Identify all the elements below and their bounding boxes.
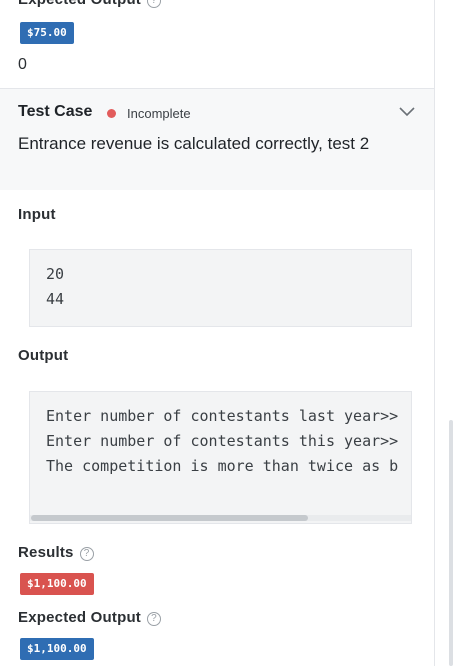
results-badge: $1,100.00 (20, 573, 94, 595)
input-label: Input (18, 206, 56, 223)
output-line: The competition is more than twice as b (46, 457, 399, 475)
status-dot-icon (107, 109, 116, 118)
chevron-down-icon[interactable] (398, 103, 416, 121)
input-line: 20 (46, 265, 65, 283)
expected-output-badge: $1,100.00 (20, 638, 94, 660)
output-label: Output (18, 347, 69, 364)
help-icon[interactable]: ? (79, 547, 94, 561)
help-icon[interactable]: ? (147, 0, 162, 8)
test-case-description: Entrance revenue is calculated correctly… (18, 134, 370, 153)
help-icon[interactable]: ? (147, 612, 162, 626)
test-results-panel: Expected Output? $75.00 0 Test Case Inco… (0, 0, 435, 666)
test-case-title: Test Case (18, 103, 93, 120)
output-scroll-thumb[interactable] (31, 515, 308, 521)
test-case-header[interactable]: Test Case Incomplete Entrance revenue is… (0, 88, 434, 190)
input-code-block: 20 44 (29, 249, 412, 327)
output-line: Enter number of contestants last year>> (46, 407, 399, 425)
input-line: 44 (46, 290, 65, 308)
expected-output-label-top: Expected Output? (18, 0, 162, 8)
page-scrollbar-thumb[interactable] (449, 420, 453, 666)
results-label: Results? (18, 544, 94, 561)
expected-output-label: Expected Output? (18, 609, 162, 626)
expected-output-badge-top: $75.00 (20, 22, 74, 44)
status-badge: Incomplete (127, 106, 191, 121)
output-code-block: Enter number of contestants last year>> … (29, 391, 412, 524)
output-line: Enter number of contestants this year>> (46, 432, 399, 450)
expected-output-value: 0 (18, 56, 27, 73)
